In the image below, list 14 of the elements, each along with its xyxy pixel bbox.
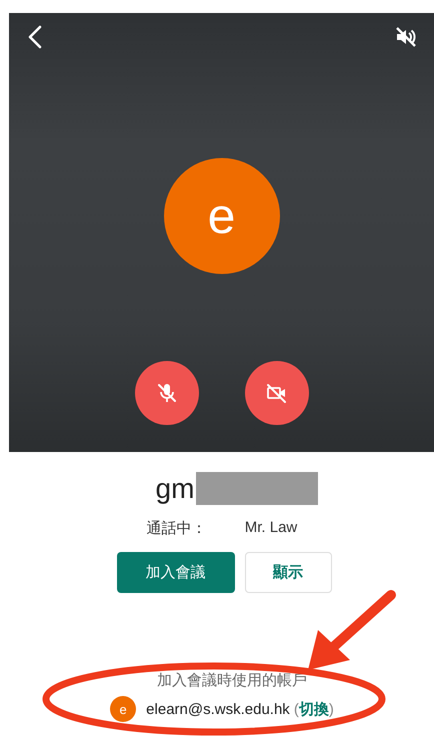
account-avatar: e [110,696,136,722]
meeting-code: gm [156,472,194,504]
user-avatar: e [164,158,280,274]
account-email: elearn@s.wsk.edu.hk [146,700,290,718]
switch-account-link[interactable]: 切換 [298,700,329,718]
speaker-muted-icon[interactable] [394,25,418,49]
back-icon[interactable] [27,25,43,49]
paren: ) [328,700,334,718]
join-meeting-button[interactable]: 加入會議 [116,552,234,593]
present-button[interactable]: 顯示 [244,552,332,593]
participant-name: Mr. Law [244,519,298,538]
paren: ( [294,700,299,718]
video-camera-off-icon [264,381,288,405]
status-label: 通話中： [146,519,207,538]
